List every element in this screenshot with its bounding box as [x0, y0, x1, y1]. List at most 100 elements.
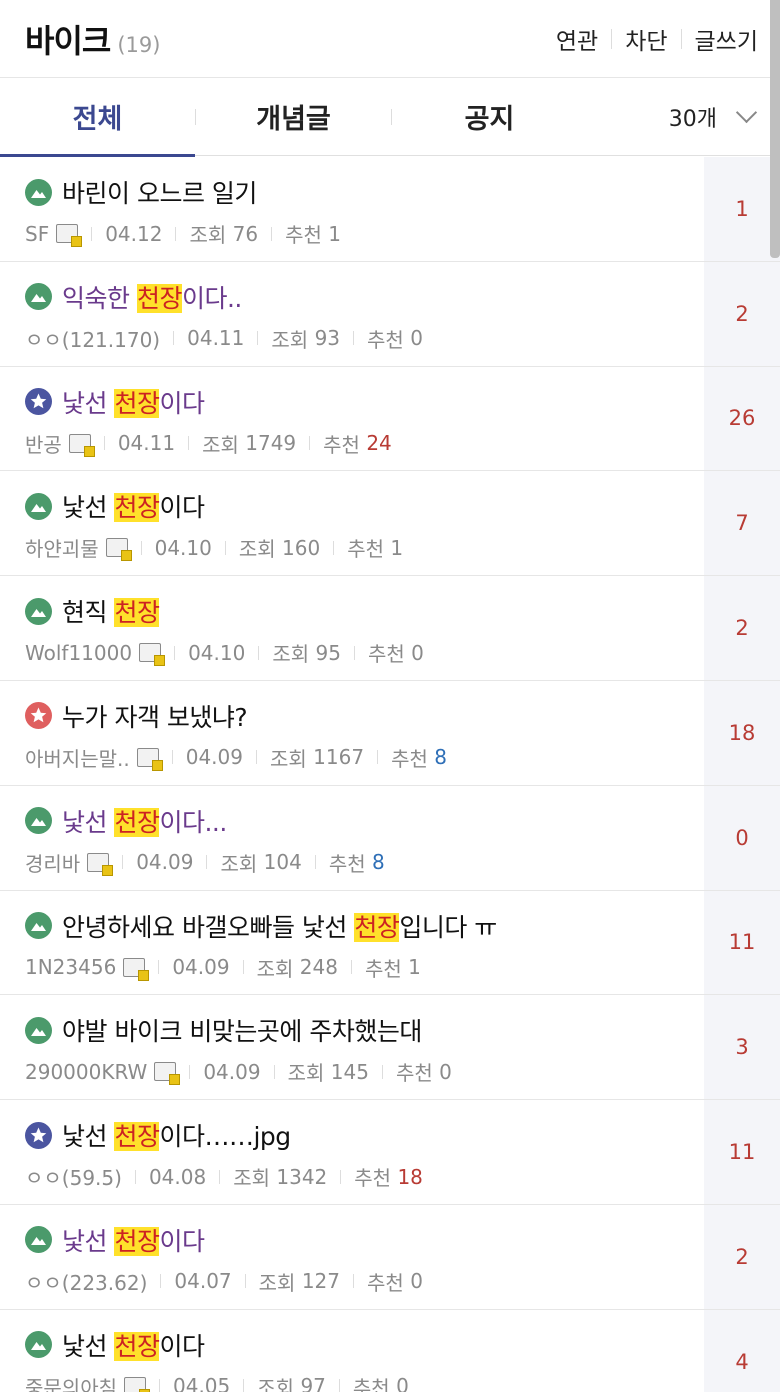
comment-count[interactable]: 4	[704, 1309, 780, 1392]
post-meta: 290000KRW 04.09 조회 145 추천 0	[25, 1057, 704, 1086]
post-author[interactable]: Wolf11000	[25, 641, 132, 665]
tab-concept[interactable]: 개념글	[196, 78, 391, 156]
post-row[interactable]: 낯선 천장이다……jpg ㅇㅇ(59.5) 04.08 조회 1342 추천 18 11	[0, 1100, 780, 1205]
post-title-line: 낯선 천장이다……jpg	[25, 1118, 704, 1152]
post-row[interactable]: 낯선 천장이다 중문의아침 04.05 조회 97 추천 0 4	[0, 1309, 780, 1392]
post-author[interactable]: ㅇㅇ(59.5)	[25, 1162, 122, 1191]
comment-count[interactable]: 2	[704, 1204, 780, 1309]
post-row[interactable]: 야발 바이크 비맞는곳에 주차했는대 290000KRW 04.09 조회 145 추천…	[0, 995, 780, 1101]
post-list: 바린이 오느르 일기 SF 04.12 조회 76 추천 1 1 익숙한 천장이다.. ㅇㅇ(…	[0, 157, 780, 1392]
post-title[interactable]: 낯선 천장이다	[62, 1222, 205, 1258]
post-views: 95	[315, 640, 341, 665]
post-date: 04.10	[188, 640, 246, 665]
nickname-icon	[139, 643, 166, 667]
related-link[interactable]: 연관	[556, 22, 598, 56]
post-row[interactable]: 낯선 천장이다 하얀괴물 04.10 조회 160 추천 1 7	[0, 471, 780, 577]
write-post-button[interactable]: 글쓰기	[695, 22, 758, 56]
comment-count[interactable]: 11	[704, 890, 780, 995]
title-text: 낯선	[62, 807, 115, 837]
post-main[interactable]: 낯선 천장이다 중문의아침 04.05 조회 97 추천 0	[0, 1310, 704, 1392]
post-main[interactable]: 안녕하세요 바갤오빠들 낯선 천장입니다 ㅠ 1N23456 04.09 조회 248…	[0, 891, 704, 995]
post-main[interactable]: 낯선 천장이다 반공 04.11 조회 1749 추천 24	[0, 367, 704, 471]
post-title[interactable]: 야발 바이크 비맞는곳에 주차했는대	[62, 1012, 422, 1048]
comment-count[interactable]: 2	[704, 576, 780, 680]
tab-all[interactable]: 전체	[0, 78, 195, 157]
post-author[interactable]: 아버지는말..	[25, 743, 130, 772]
post-title[interactable]: 현직 천장	[62, 593, 160, 629]
post-main[interactable]: 낯선 천장이다... 경리바 04.09 조회 104 추천 8	[0, 786, 704, 890]
post-recommend: 8	[434, 745, 447, 770]
meta-divider	[103, 436, 105, 451]
list-count-select[interactable]: 30개	[587, 78, 780, 156]
comment-count[interactable]: 26	[704, 366, 780, 471]
post-author[interactable]: 하얀괴물	[25, 533, 99, 562]
post-date: 04.11	[117, 431, 176, 456]
post-author[interactable]: 경리바	[25, 848, 80, 877]
post-row[interactable]: 낯선 천장이다 반공 04.11 조회 1749 추천 24 26	[0, 366, 780, 472]
comment-count[interactable]: 7	[704, 471, 780, 576]
post-row[interactable]: 현직 천장 Wolf11000 04.10 조회 95 추천 0 2	[0, 576, 780, 681]
post-author[interactable]: ㅇㅇ(121.170)	[25, 324, 160, 353]
post-recommend: 8	[372, 850, 385, 875]
post-title-line: 야발 바이크 비맞는곳에 주차했는대	[25, 1013, 704, 1047]
post-main[interactable]: 낯선 천장이다 하얀괴물 04.10 조회 160 추천 1	[0, 471, 704, 575]
post-author[interactable]: SF	[25, 222, 49, 246]
post-row[interactable]: 누가 자객 보냈냐? 아버지는말.. 04.09 조회 1167 추천 8 18	[0, 680, 780, 786]
post-main[interactable]: 바린이 오느르 일기 SF 04.12 조회 76 추천 1	[0, 157, 704, 261]
gallery-title[interactable]: 바이크	[25, 16, 111, 62]
post-author[interactable]: 중문의아침	[25, 1372, 117, 1392]
views-label: 조회	[258, 1270, 296, 1295]
post-title[interactable]: 낯선 천장이다……jpg	[62, 1117, 291, 1153]
title-highlight: 천장	[114, 1122, 160, 1152]
post-title[interactable]: 낯선 천장이다	[62, 384, 205, 420]
nickname-icon	[123, 957, 150, 981]
recommend-label: 추천	[367, 642, 405, 667]
post-recommend: 18	[397, 1164, 423, 1189]
meta-divider	[340, 1169, 342, 1184]
post-row[interactable]: 바린이 오느르 일기 SF 04.12 조회 76 추천 1 1	[0, 157, 780, 262]
post-row[interactable]: 익숙한 천장이다.. ㅇㅇ(121.170) 04.11 조회 93 추천 0 2	[0, 261, 780, 367]
post-main[interactable]: 현직 천장 Wolf11000 04.10 조회 95 추천 0	[0, 576, 704, 680]
post-row[interactable]: 안녕하세요 바갤오빠들 낯선 천장입니다 ㅠ 1N23456 04.09 조회 248…	[0, 890, 780, 996]
post-title[interactable]: 낯선 천장이다...	[62, 803, 227, 839]
scrollbar[interactable]	[770, 0, 780, 258]
post-row[interactable]: 낯선 천장이다 ㅇㅇ(223.62) 04.07 조회 127 추천 0 2	[0, 1204, 780, 1310]
nickname-icon	[154, 1062, 181, 1086]
post-main[interactable]: 누가 자객 보냈냐? 아버지는말.. 04.09 조회 1167 추천 8	[0, 681, 704, 785]
comment-count[interactable]: 18	[704, 680, 780, 785]
post-title-line: 안녕하세요 바갤오빠들 낯선 천장입니다 ㅠ	[25, 909, 704, 943]
post-title[interactable]: 바린이 오느르 일기	[62, 174, 257, 210]
post-recommend: 0	[411, 640, 424, 665]
meta-divider	[173, 331, 175, 346]
post-author[interactable]: 1N23456	[25, 955, 116, 979]
post-row[interactable]: 낯선 천장이다... 경리바 04.09 조회 104 추천 8 0	[0, 785, 780, 891]
post-recommend: 1	[408, 955, 421, 980]
post-title[interactable]: 낯선 천장이다	[62, 488, 205, 524]
post-title[interactable]: 누가 자객 보냈냐?	[62, 698, 248, 734]
post-views: 248	[299, 955, 338, 980]
post-title[interactable]: 낯선 천장이다	[62, 1327, 205, 1363]
image-post-icon	[25, 178, 52, 206]
comment-count[interactable]: 3	[704, 995, 780, 1100]
post-date: 04.07	[174, 1269, 232, 1294]
comment-count[interactable]: 2	[704, 261, 780, 366]
comment-count[interactable]: 11	[704, 1100, 780, 1204]
post-main[interactable]: 야발 바이크 비맞는곳에 주차했는대 290000KRW 04.09 조회 145 추천…	[0, 995, 704, 1099]
post-date: 04.08	[148, 1164, 207, 1189]
post-title[interactable]: 안녕하세요 바갤오빠들 낯선 천장입니다 ㅠ	[62, 908, 497, 944]
meta-divider	[122, 855, 124, 870]
post-main[interactable]: 낯선 천장이다……jpg ㅇㅇ(59.5) 04.08 조회 1342 추천 18	[0, 1100, 704, 1204]
post-author[interactable]: 반공	[25, 429, 62, 458]
comment-count[interactable]: 1	[704, 157, 780, 261]
post-author[interactable]: 290000KRW	[25, 1060, 147, 1084]
post-title[interactable]: 익숙한 천장이다..	[62, 279, 242, 315]
post-author[interactable]: ㅇㅇ(223.62)	[25, 1267, 147, 1296]
post-main[interactable]: 낯선 천장이다 ㅇㅇ(223.62) 04.07 조회 127 추천 0	[0, 1205, 704, 1309]
tab-notice[interactable]: 공지	[392, 78, 587, 156]
post-main[interactable]: 익숙한 천장이다.. ㅇㅇ(121.170) 04.11 조회 93 추천 0	[0, 262, 704, 366]
post-meta: Wolf11000 04.10 조회 95 추천 0	[25, 638, 704, 667]
block-link[interactable]: 차단	[625, 22, 667, 56]
post-date: 04.12	[105, 221, 163, 246]
comment-count[interactable]: 0	[704, 785, 780, 890]
meta-divider	[309, 436, 311, 451]
